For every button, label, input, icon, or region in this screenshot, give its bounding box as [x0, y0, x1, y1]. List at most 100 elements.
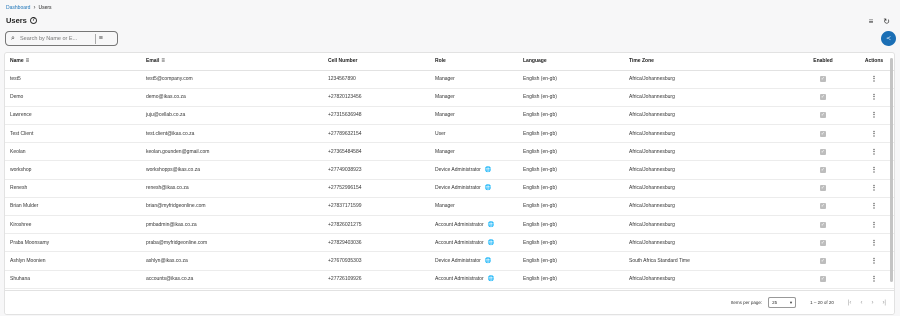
cell-cell-number: +27726109926 — [323, 270, 430, 289]
role-label: Account Administrator — [435, 276, 484, 283]
sort-list-icon[interactable]: ≡ — [869, 17, 874, 26]
more-vert-icon[interactable]: ⋮ — [871, 203, 878, 210]
more-vert-icon[interactable]: ⋮ — [871, 149, 878, 156]
more-vert-icon[interactable]: ⋮ — [871, 167, 878, 174]
more-vert-icon[interactable]: ⋮ — [871, 240, 878, 247]
more-vert-icon[interactable]: ⋮ — [871, 222, 878, 229]
cell-role: Manager — [430, 197, 518, 217]
cell-language: English (en-gb) — [518, 88, 624, 107]
enabled-checkbox[interactable]: ✓ — [820, 130, 826, 137]
header-name-label: Name — [10, 58, 24, 65]
more-vert-icon[interactable]: ⋮ — [871, 276, 878, 283]
enabled-checkbox[interactable]: ✓ — [820, 112, 826, 119]
sort-icon[interactable]: ≡ — [161, 58, 165, 64]
enabled-checkbox[interactable]: ✓ — [820, 94, 826, 101]
cell-name: Test Client — [5, 124, 141, 144]
cell-name: Keolan — [5, 142, 141, 162]
cell-role: User — [430, 124, 518, 144]
first-page-icon[interactable]: |‹ — [848, 300, 852, 306]
more-vert-icon[interactable]: ⋮ — [871, 258, 878, 265]
table-scrollbar[interactable] — [890, 58, 893, 282]
add-user-button[interactable]: ≺ — [881, 31, 896, 46]
cell-enabled: ✓ — [794, 142, 852, 162]
enabled-checkbox[interactable]: ✓ — [820, 148, 826, 155]
more-vert-icon[interactable]: ⋮ — [871, 76, 878, 83]
cell-actions: ⋮ — [852, 179, 894, 198]
cell-language: English (en-gb) — [518, 124, 624, 144]
enabled-checkbox[interactable]: ✓ — [820, 276, 826, 283]
cell-name: Ashlyn Moonien — [5, 251, 141, 271]
cell-time-zone: Africa/Johannesburg — [624, 106, 794, 126]
next-page-icon[interactable]: › — [871, 300, 873, 306]
cell-enabled: ✓ — [794, 106, 852, 126]
more-vert-icon[interactable]: ⋮ — [871, 185, 878, 192]
header-email[interactable]: Email ≡ — [141, 53, 323, 71]
enabled-checkbox[interactable]: ✓ — [820, 239, 826, 246]
top-actions: ≡ ↻ — [869, 17, 890, 26]
search-input[interactable] — [20, 35, 92, 42]
cell-actions: ⋮ — [852, 106, 894, 126]
cell-language: English (en-gb) — [518, 251, 624, 271]
header-role: Role — [430, 53, 518, 71]
refresh-icon[interactable]: ↻ — [883, 17, 890, 26]
cell-email: ashlyn@ikas.co.za — [141, 251, 323, 271]
pager-controls: |‹ ‹ › ›| — [848, 300, 886, 306]
table-row: test5 test5@company.com 1234567890 Manager E… — [5, 70, 894, 89]
role-label: Manager — [435, 203, 455, 210]
breadcrumb: Dashboard › Users — [6, 5, 52, 11]
users-page: Dashboard › Users Users ? ≡ ↻ ⌕ ≡ ≺ Name… — [0, 0, 900, 316]
items-per-page-select[interactable]: 25 ▾ — [768, 297, 797, 308]
cell-name: Lawrence — [5, 106, 141, 126]
sort-icon[interactable]: ≡ — [26, 58, 30, 64]
help-icon[interactable]: ? — [29, 17, 37, 24]
cell-enabled: ✓ — [794, 179, 852, 198]
cell-language: English (en-gb) — [518, 160, 624, 180]
cell-email: test5@company.com — [141, 70, 323, 89]
cell-time-zone: Africa/Johannesburg — [624, 70, 794, 89]
cell-time-zone: Africa/Johannesburg — [624, 197, 794, 217]
previous-page-icon[interactable]: ‹ — [860, 300, 862, 306]
cell-role: Manager — [430, 70, 518, 89]
breadcrumb-dashboard-link[interactable]: Dashboard — [6, 5, 30, 11]
cell-cell-number: 1234567890 — [323, 70, 430, 89]
more-vert-icon[interactable]: ⋮ — [871, 112, 878, 119]
cell-email: keolan.gounden@gmail.com — [141, 142, 323, 162]
more-vert-icon[interactable]: ⋮ — [871, 131, 878, 138]
cell-name: Demo — [5, 88, 141, 107]
header-actions: Actions — [852, 53, 894, 71]
enabled-checkbox[interactable]: ✓ — [820, 167, 826, 174]
cell-actions: ⋮ — [852, 215, 894, 235]
globe-icon: 🌐 — [484, 167, 492, 174]
enabled-checkbox[interactable]: ✓ — [820, 185, 826, 192]
cell-email: workshopps@ikas.co.za — [141, 160, 323, 180]
cell-actions: ⋮ — [852, 70, 894, 89]
cell-time-zone: Africa/Johannesburg — [624, 179, 794, 198]
enabled-checkbox[interactable]: ✓ — [820, 76, 826, 83]
table-row: Renesh renesh@ikas.co.za +27752996154 Devic… — [5, 179, 894, 198]
users-table: Name ≡ Email ≡ Cell Number Role Language T… — [5, 53, 894, 289]
role-label: Device Administrator — [435, 167, 481, 174]
globe-icon: 🌐 — [484, 257, 492, 264]
cell-time-zone: Africa/Johannesburg — [624, 88, 794, 107]
cell-role: Manager — [430, 106, 518, 126]
enabled-checkbox[interactable]: ✓ — [820, 257, 826, 264]
enabled-checkbox[interactable]: ✓ — [820, 203, 826, 210]
role-label: User — [435, 130, 446, 137]
table-row: Shuhana accounts@ikas.co.za +27726109926 Ac… — [5, 270, 894, 289]
globe-icon: 🌐 — [484, 185, 492, 192]
table-row: Keolan keolan.gounden@gmail.com +273654845… — [5, 142, 894, 162]
enabled-checkbox[interactable]: ✓ — [820, 221, 826, 228]
pagination-range: 1 – 20 of 20 — [810, 300, 834, 305]
table-row: Test Client test.client@ikas.co.za +277896… — [5, 124, 894, 144]
more-vert-icon[interactable]: ⋮ — [871, 94, 878, 101]
header-name[interactable]: Name ≡ — [5, 53, 141, 71]
last-page-icon[interactable]: ›| — [882, 300, 886, 306]
filter-icon[interactable]: ≡ — [99, 35, 103, 42]
header-enabled: Enabled — [794, 53, 852, 71]
cell-actions: ⋮ — [852, 160, 894, 180]
cell-role: Device Administrator 🌐 — [430, 179, 518, 198]
cell-name: Brian Mulder — [5, 197, 141, 217]
cell-actions: ⋮ — [852, 251, 894, 271]
header-cell-number: Cell Number — [323, 53, 430, 71]
cell-enabled: ✓ — [794, 124, 852, 144]
